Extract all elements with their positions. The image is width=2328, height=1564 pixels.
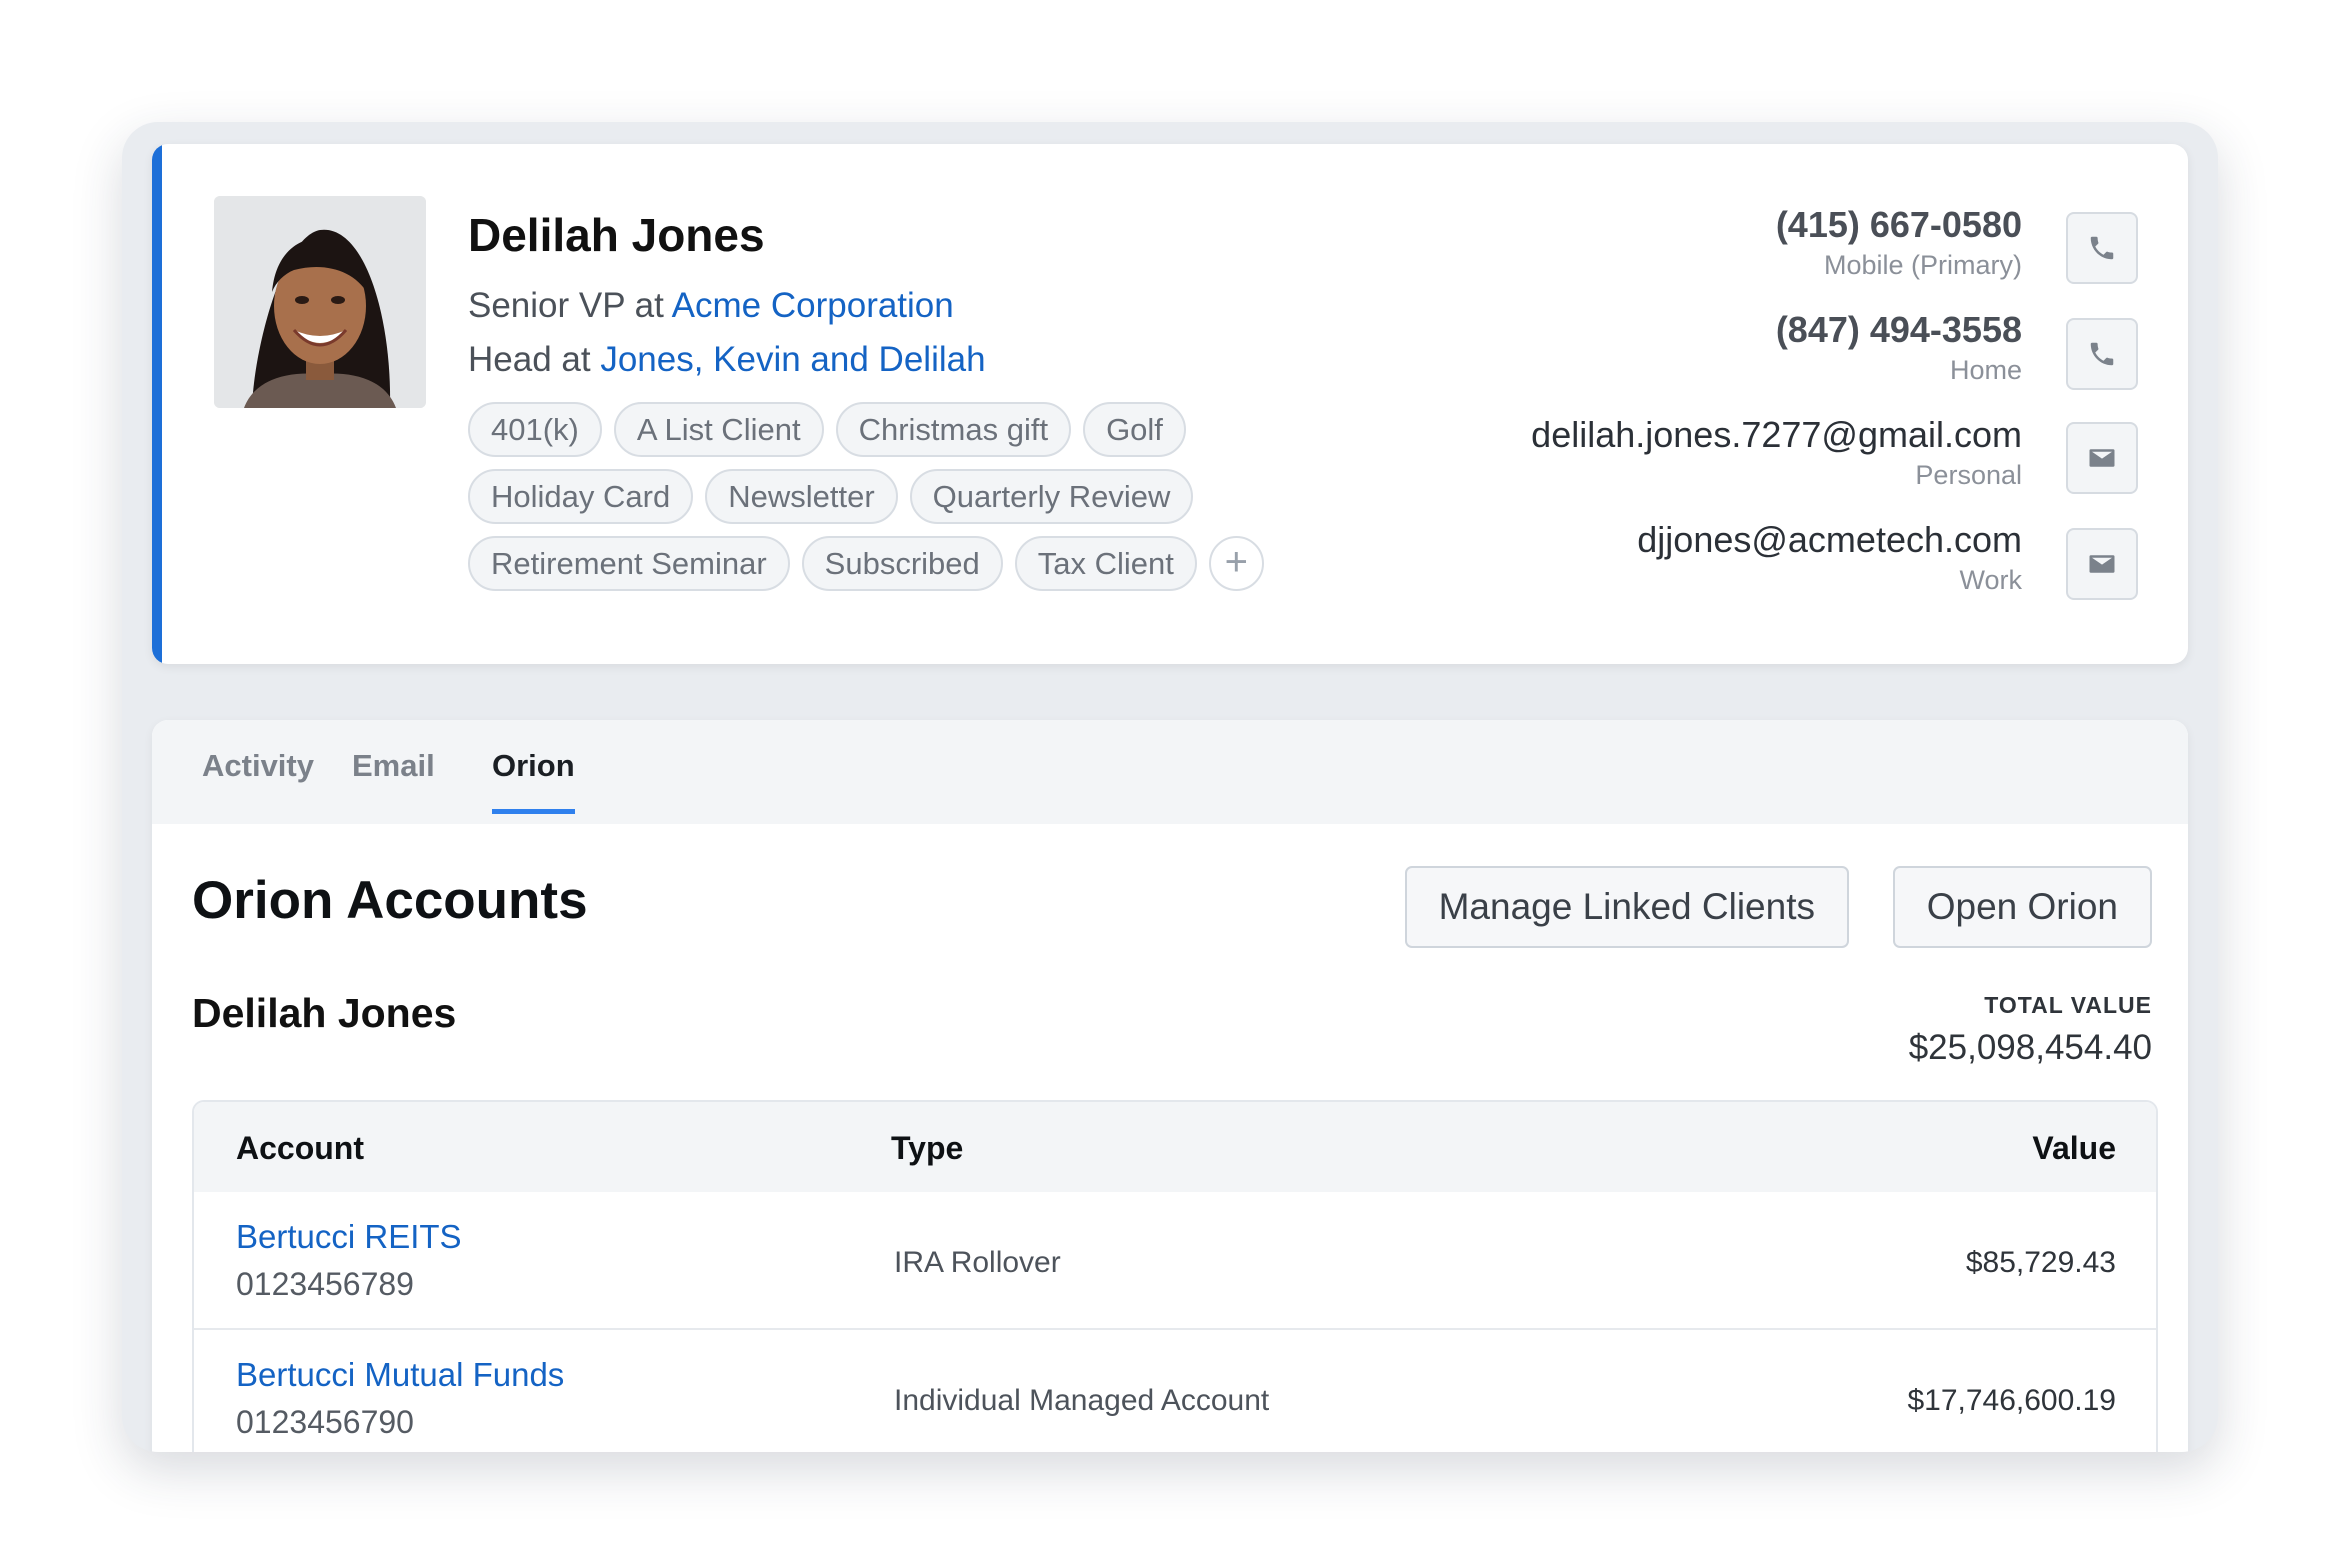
tab-orion[interactable]: Orion <box>492 748 575 814</box>
account-type: IRA Rollover <box>894 1246 1061 1279</box>
call-home-button[interactable] <box>2066 318 2138 390</box>
contact-avatar <box>214 196 426 408</box>
email-address[interactable]: delilah.jones.7277@gmail.com <box>1531 414 2022 456</box>
email-address[interactable]: djjones@acmetech.com <box>1637 519 2022 561</box>
contact-role-household: Head at Jones, Kevin and Delilah <box>468 340 986 380</box>
household-link[interactable]: Jones, Kevin and Delilah <box>600 340 985 379</box>
tab-activity[interactable]: Activity <box>202 748 314 814</box>
email-personal-button[interactable] <box>2066 422 2138 494</box>
phone-icon <box>2090 342 2114 366</box>
tab-email[interactable]: Email <box>352 748 435 814</box>
contact-role-company: Senior VP at Acme Corporation <box>468 286 954 326</box>
account-value: $85,729.43 <box>1965 1246 2116 1279</box>
tag[interactable]: Newsletter <box>705 469 898 524</box>
tag[interactable]: Subscribed <box>801 536 1003 591</box>
client-name: Delilah Jones <box>192 990 457 1036</box>
contact-method-mobile: (415) 667-0580 Mobile (Primary) <box>1776 204 2022 281</box>
phone-number[interactable]: (847) 494-3558 <box>1776 309 2022 351</box>
tag-list: 401(k) A List Client Christmas gift Golf… <box>468 402 1328 603</box>
card-accent-bar <box>152 144 162 664</box>
total-value-label: TOTAL VALUE <box>1984 992 2152 1018</box>
phone-number[interactable]: (415) 667-0580 <box>1776 204 2022 246</box>
column-header-type: Type <box>891 1130 964 1166</box>
tag[interactable]: 401(k) <box>468 402 602 457</box>
table-row: Bertucci Mutual Funds 0123456790 Individ… <box>194 1332 2156 1452</box>
account-value: $17,746,600.19 <box>1907 1384 2116 1417</box>
add-tag-button[interactable]: + <box>1208 536 1264 591</box>
email-work-button[interactable] <box>2066 528 2138 600</box>
role-prefix: Senior VP at <box>468 286 672 325</box>
email-label: Personal <box>1915 460 2022 490</box>
accounts-table: Account Type Value Bertucci REITS 012345… <box>192 1100 2158 1452</box>
tag[interactable]: A List Client <box>613 402 824 457</box>
table-row: Bertucci REITS 0123456789 IRA Rollover $… <box>194 1194 2156 1330</box>
role-prefix: Head at <box>468 340 601 379</box>
tag[interactable]: Golf <box>1083 402 1186 457</box>
email-label: Work <box>1959 565 2022 595</box>
contact-name: Delilah Jones <box>468 209 765 261</box>
tag[interactable]: Christmas gift <box>835 402 1072 457</box>
tag[interactable]: Quarterly Review <box>909 469 1194 524</box>
account-number: 0123456789 <box>236 1266 414 1302</box>
phone-label: Mobile (Primary) <box>1823 250 2022 280</box>
column-header-account: Account <box>236 1130 364 1166</box>
tag-row: 401(k) A List Client Christmas gift Golf <box>468 402 1328 457</box>
app-frame: Delilah Jones Senior VP at Acme Corporat… <box>122 122 2218 1452</box>
tab-bar: Activity Email Orion <box>152 720 2188 824</box>
account-link[interactable]: Bertucci Mutual Funds <box>236 1356 564 1394</box>
contact-method-home: (847) 494-3558 Home <box>1776 309 2022 386</box>
contact-method-personal-email: delilah.jones.7277@gmail.com Personal <box>1531 414 2022 491</box>
tag-row: Holiday Card Newsletter Quarterly Review <box>468 469 1328 524</box>
call-mobile-button[interactable] <box>2066 212 2138 284</box>
open-orion-button[interactable]: Open Orion <box>1892 866 2152 948</box>
manage-linked-clients-button[interactable]: Manage Linked Clients <box>1404 866 1849 948</box>
table-header: Account Type Value <box>194 1102 2156 1192</box>
company-link[interactable]: Acme Corporation <box>672 286 954 325</box>
tag-row: Retirement Seminar Subscribed Tax Client… <box>468 536 1328 591</box>
account-number: 0123456790 <box>236 1404 414 1440</box>
tag[interactable]: Tax Client <box>1014 536 1197 591</box>
mail-icon <box>2089 449 2115 467</box>
tag[interactable]: Holiday Card <box>468 469 694 524</box>
contact-method-work-email: djjones@acmetech.com Work <box>1637 519 2022 596</box>
account-type: Individual Managed Account <box>894 1384 1270 1417</box>
account-link[interactable]: Bertucci REITS <box>236 1218 462 1256</box>
phone-label: Home <box>1949 355 2022 385</box>
total-value: $25,098,454.40 <box>1908 1028 2152 1067</box>
orion-panel: Activity Email Orion Orion Accounts Mana… <box>152 720 2188 1452</box>
section-title: Orion Accounts <box>192 871 588 930</box>
mail-icon <box>2089 555 2115 573</box>
column-header-value: Value <box>2032 1130 2116 1166</box>
phone-icon <box>2090 236 2114 260</box>
contact-card: Delilah Jones Senior VP at Acme Corporat… <box>152 144 2188 664</box>
tag[interactable]: Retirement Seminar <box>468 536 790 591</box>
